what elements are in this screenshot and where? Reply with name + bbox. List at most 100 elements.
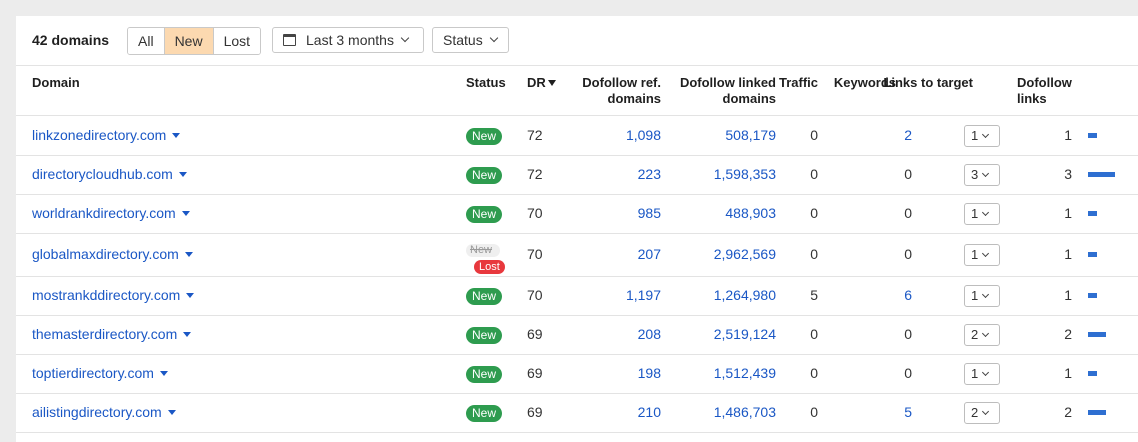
col-domain[interactable]: Domain: [32, 75, 80, 91]
dr-value: 72: [527, 127, 543, 143]
col-linked-line1: Dofollow linked: [679, 75, 776, 90]
col-linked-line2: domains: [722, 91, 776, 106]
col-traffic[interactable]: Traffic: [779, 75, 818, 91]
keywords-value: 0: [904, 246, 912, 262]
filter-all-button[interactable]: All: [128, 28, 165, 54]
status-badge-previous: New: [466, 244, 500, 257]
chevron-down-icon: [982, 368, 990, 377]
caret-down-icon[interactable]: [181, 211, 190, 216]
ref-domains-link[interactable]: 198: [638, 365, 661, 381]
col-links-to-target[interactable]: Links to target: [883, 75, 973, 91]
links-to-target-select[interactable]: 1: [964, 285, 1000, 307]
chevron-down-icon: [982, 290, 990, 299]
ref-domains-link[interactable]: 210: [638, 404, 661, 420]
dofollow-links-value: 3: [1064, 166, 1072, 182]
ref-domains-link[interactable]: 207: [638, 246, 661, 262]
keywords-value[interactable]: 6: [904, 287, 912, 303]
dofollow-links-bar: [1088, 133, 1097, 138]
filter-segment: All New Lost: [127, 27, 262, 55]
linked-domains-link[interactable]: 2,962,569: [714, 246, 776, 262]
links-to-target-select[interactable]: 2: [964, 324, 1000, 346]
domain-text: worldrankdirectory.com: [32, 205, 176, 221]
linked-domains-link[interactable]: 1,598,353: [714, 166, 776, 182]
links-to-target-select[interactable]: 3: [964, 164, 1000, 186]
traffic-value: 0: [810, 127, 818, 143]
status-cell: New: [466, 326, 503, 344]
linked-domains-link[interactable]: 508,179: [725, 127, 776, 143]
sort-desc-icon: [547, 80, 556, 86]
chevron-down-icon: [982, 208, 990, 217]
caret-down-icon[interactable]: [186, 293, 195, 298]
ref-domains-link[interactable]: 223: [638, 166, 661, 182]
domain-link[interactable]: globalmaxdirectory.com: [32, 246, 193, 262]
domain-link[interactable]: themasterdirectory.com: [32, 326, 192, 342]
caret-down-icon[interactable]: [184, 252, 193, 257]
caret-down-icon[interactable]: [159, 371, 168, 376]
status-badge-new: New: [466, 288, 503, 305]
chevron-down-icon: [982, 249, 990, 258]
caret-down-icon[interactable]: [167, 410, 176, 415]
status-cell: New: [466, 127, 503, 145]
col-status[interactable]: Status: [466, 75, 506, 91]
keywords-value[interactable]: 2: [904, 127, 912, 143]
chevron-down-icon: [982, 407, 990, 416]
domain-link[interactable]: mostrankddirectory.com: [32, 287, 195, 303]
col-dr-label: DR: [527, 75, 546, 90]
col-ref-line1: Dofollow ref.: [582, 75, 661, 90]
keywords-value[interactable]: 5: [904, 404, 912, 420]
dr-value: 69: [527, 365, 543, 381]
dr-value: 69: [527, 404, 543, 420]
status-cell: New Lost: [466, 244, 505, 274]
linked-domains-link[interactable]: 2,519,124: [714, 326, 776, 342]
domain-link[interactable]: worldrankdirectory.com: [32, 205, 190, 221]
status-badge-new: New: [466, 128, 503, 145]
linked-domains-link[interactable]: 488,903: [725, 205, 776, 221]
filter-new-button[interactable]: New: [164, 28, 214, 54]
domain-link[interactable]: directorycloudhub.com: [32, 166, 187, 182]
ref-domains-link[interactable]: 208: [638, 326, 661, 342]
ref-domains-link[interactable]: 985: [638, 205, 661, 221]
col-dofollow-linked-domains[interactable]: Dofollow linked domains: [680, 75, 776, 107]
caret-down-icon[interactable]: [178, 172, 187, 177]
status-cell: New: [466, 365, 503, 383]
ref-domains-link[interactable]: 1,098: [626, 127, 661, 143]
domain-text: directorycloudhub.com: [32, 166, 173, 182]
status-dropdown[interactable]: Status: [432, 27, 509, 53]
domain-text: linkzonedirectory.com: [32, 127, 167, 143]
status-badge-lost: Lost: [474, 260, 505, 274]
status-cell: New: [466, 404, 503, 422]
links-to-target-select[interactable]: 1: [964, 203, 1000, 225]
dofollow-links-value: 2: [1064, 326, 1072, 342]
domain-link[interactable]: ailistingdirectory.com: [32, 404, 176, 420]
linked-domains-link[interactable]: 1,264,980: [714, 287, 776, 303]
dofollow-links-bar: [1088, 410, 1106, 415]
col-dofollow-links[interactable]: Dofollow links: [1017, 75, 1072, 107]
domain-link[interactable]: linkzonedirectory.com: [32, 127, 181, 143]
links-to-target-select[interactable]: 2: [964, 402, 1000, 424]
period-dropdown[interactable]: Last 3 months: [272, 27, 424, 53]
ref-domains-link[interactable]: 1,197: [626, 287, 661, 303]
keywords-value: 0: [904, 326, 912, 342]
domain-count: 42 domains: [32, 32, 110, 48]
domain-link[interactable]: toptierdirectory.com: [32, 365, 168, 381]
linked-domains-link[interactable]: 1,486,703: [714, 404, 776, 420]
links-to-target-select[interactable]: 1: [964, 244, 1000, 266]
links-to-target-select[interactable]: 1: [964, 125, 1000, 147]
col-dr[interactable]: DR: [527, 75, 556, 91]
domain-text: themasterdirectory.com: [32, 326, 178, 342]
traffic-value: 0: [810, 365, 818, 381]
filter-lost-button[interactable]: Lost: [213, 28, 261, 54]
dofollow-links-bar: [1088, 172, 1115, 177]
col-dofollow-ref-domains[interactable]: Dofollow ref. domains: [582, 75, 661, 107]
domain-text: ailistingdirectory.com: [32, 404, 162, 420]
select-value: 1: [971, 206, 979, 221]
links-to-target-select[interactable]: 1: [964, 363, 1000, 385]
dofollow-links-bar: [1088, 332, 1106, 337]
select-value: 3: [971, 167, 979, 182]
table-row: mostrankddirectory.com New 70 1,197 1,26…: [16, 276, 1138, 316]
domain-text: toptierdirectory.com: [32, 365, 154, 381]
caret-down-icon[interactable]: [172, 133, 181, 138]
linked-domains-link[interactable]: 1,512,439: [714, 365, 776, 381]
dofollow-links-value: 1: [1064, 365, 1072, 381]
caret-down-icon[interactable]: [183, 332, 192, 337]
